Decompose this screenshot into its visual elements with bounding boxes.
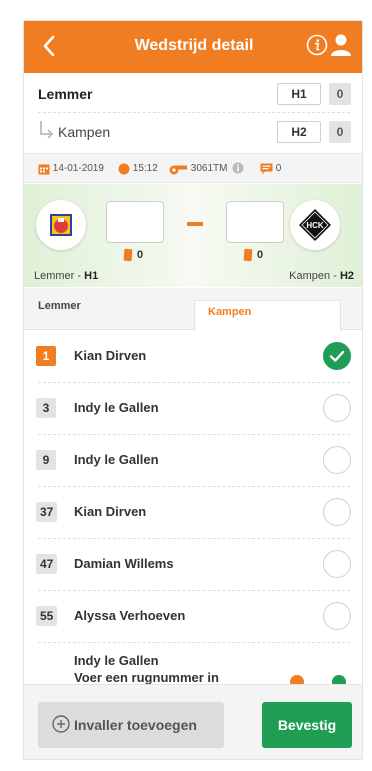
ball-icon (118, 163, 130, 175)
away-club-crest-icon: HCK (299, 209, 331, 241)
home-card-value: 0 (137, 249, 144, 262)
home-team-logo (36, 200, 86, 250)
referee: 3061TM (168, 162, 227, 176)
comments-count: 0 (275, 163, 282, 174)
team-tabs: Lemmer Kampen (24, 288, 362, 331)
player-select-toggle[interactable] (323, 602, 351, 630)
referee-info-button[interactable] (232, 162, 244, 176)
card-icon (243, 248, 253, 262)
profile-button[interactable] (330, 33, 352, 57)
add-substitute-button[interactable]: Invaller toevoegen (38, 702, 224, 748)
player-number: 3 (36, 398, 56, 418)
away-team-row: Kampen H2 0 (24, 113, 362, 151)
confirm-button[interactable]: Bevestig (262, 702, 352, 748)
home-team-caption: Lemmer - H1 (34, 270, 99, 282)
away-card-count: 0 (243, 248, 264, 262)
player-number: 55 (36, 606, 58, 626)
player-row[interactable]: 55 Alyssa Verhoeven (24, 591, 362, 643)
away-team-name: Kampen (58, 124, 111, 140)
player-name: Damian Willems (74, 556, 174, 571)
away-caption-code: H2 (339, 270, 354, 282)
player-select-toggle[interactable] (323, 550, 351, 578)
away-logo-text: HCK (306, 221, 324, 230)
player-name: Kian Dirven (74, 504, 147, 519)
away-score-input[interactable] (226, 201, 284, 243)
action-footer: Invaller toevoegen Bevestig (24, 684, 362, 759)
user-icon (331, 34, 351, 56)
match-date: 14-01-2019 (38, 162, 104, 176)
player-row[interactable]: 9 Indy le Gallen (24, 435, 362, 487)
player-row[interactable]: 47 Damian Willems (24, 539, 362, 591)
player-number: 47 (36, 554, 58, 574)
away-team-logo: HCK (290, 200, 340, 250)
player-number: 1 (36, 346, 56, 366)
match-date-text: 14-01-2019 (52, 163, 104, 174)
home-club-crest-icon (50, 214, 72, 236)
home-caption-code: H1 (84, 270, 99, 282)
match-time-text: 15:12 (132, 163, 158, 174)
player-name: Kian Dirven (74, 348, 147, 363)
comment-icon (260, 163, 273, 175)
card-icon (123, 248, 133, 262)
extra-player-name: Indy le Gallen (74, 653, 159, 668)
app-header: Wedstrijd detail (24, 21, 362, 73)
home-team-score: 0 (329, 83, 351, 105)
player-row[interactable]: 3 Indy le Gallen (24, 383, 362, 435)
calendar-icon (38, 164, 50, 175)
whistle-icon (169, 165, 187, 175)
home-team-code: H1 (277, 83, 321, 105)
home-caption-name: Lemmer (34, 270, 75, 282)
check-icon (329, 350, 345, 362)
player-number: 9 (36, 450, 56, 470)
info-icon (232, 162, 244, 174)
player-row[interactable]: 1 Kian Dirven (24, 331, 362, 383)
away-team-caption: Kampen - H2 (289, 270, 354, 282)
tab-lemmer[interactable]: Lemmer (24, 288, 194, 318)
player-name: Indy le Gallen (74, 452, 159, 467)
home-card-count: 0 (123, 248, 144, 262)
plus-circle-icon (52, 715, 70, 733)
away-caption-name: Kampen (289, 270, 331, 282)
player-select-toggle[interactable] (323, 446, 351, 474)
comments[interactable]: 0 (260, 162, 281, 176)
away-card-value: 0 (257, 249, 264, 262)
info-icon (306, 34, 328, 56)
match-meta-bar: 14-01-2019 15:12 3061TM 0 (24, 153, 362, 183)
player-number: 37 (36, 502, 58, 522)
score-separator (187, 222, 203, 226)
away-team-code: H2 (277, 121, 321, 143)
scoreboard: HCK 0 0 Lemmer - H1 Kampen - H2 (24, 184, 362, 287)
referee-code: 3061TM (190, 163, 228, 174)
app-container: Wedstrijd detail Lemmer H1 0 Kampen H2 0… (23, 20, 363, 760)
match-time: 15:12 (118, 162, 158, 176)
player-select-toggle[interactable] (323, 498, 351, 526)
tab-kampen[interactable]: Kampen (194, 300, 341, 331)
add-substitute-label: Invaller toevoegen (74, 717, 197, 733)
info-button[interactable] (306, 34, 328, 56)
player-name: Indy le Gallen (74, 400, 159, 415)
player-select-toggle[interactable] (323, 394, 351, 422)
player-row[interactable]: 37 Kian Dirven (24, 487, 362, 539)
player-select-toggle[interactable] (323, 342, 351, 370)
home-team-row: Lemmer H1 0 (24, 75, 362, 113)
home-score-input[interactable] (106, 201, 164, 243)
away-team-score: 0 (329, 121, 351, 143)
jersey-number-hint: Voer een rugnummer in (74, 670, 219, 685)
home-team-name: Lemmer (38, 86, 93, 102)
sub-arrow-icon (40, 121, 54, 139)
player-name: Alyssa Verhoeven (74, 608, 186, 623)
